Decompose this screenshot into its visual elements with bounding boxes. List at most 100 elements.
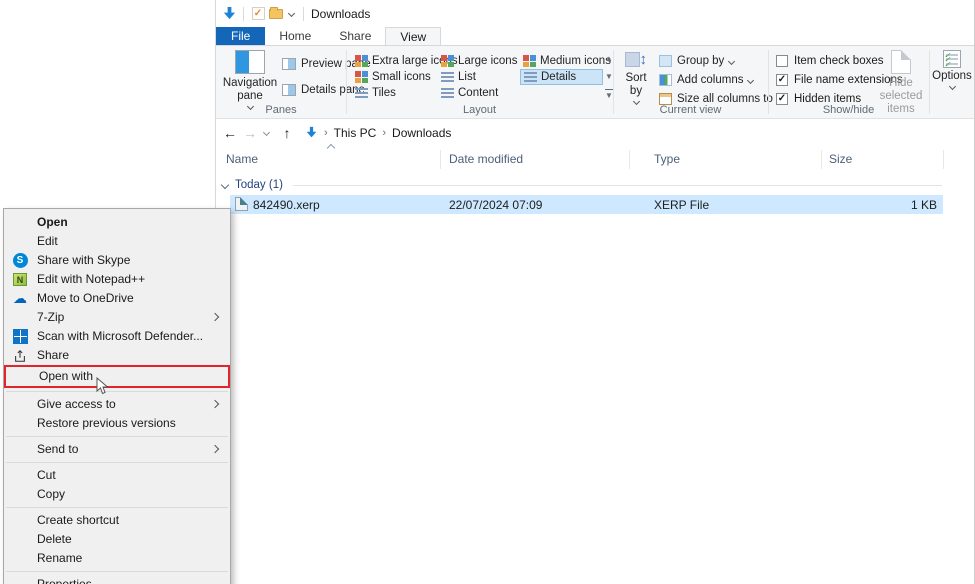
gallery-more-icon[interactable]: ▼ <box>605 89 613 101</box>
group-header-label: Today (1) <box>235 179 283 191</box>
submenu-arrow-icon <box>211 400 219 408</box>
scroll-down-icon[interactable]: ▼ <box>605 71 613 83</box>
view-details-selected[interactable]: Details <box>520 69 603 85</box>
view-list[interactable]: List <box>438 69 479 85</box>
properties-quick-access-icon[interactable]: ✓ <box>249 5 267 23</box>
view-label: Content <box>458 87 498 99</box>
forward-button[interactable]: → <box>240 125 260 141</box>
column-resize-handle[interactable] <box>821 150 822 169</box>
view-label: Large icons <box>458 55 517 67</box>
menu-item-send-to[interactable]: Send to <box>4 440 230 459</box>
window-title: Downloads <box>311 7 370 21</box>
menu-divider <box>6 391 228 392</box>
column-header-size[interactable]: Size <box>829 152 852 166</box>
menu-item-label: Scan with Microsoft Defender... <box>37 329 203 343</box>
menu-item-open[interactable]: Open <box>4 213 230 232</box>
menu-item-restore-previous-versions[interactable]: Restore previous versions <box>4 414 230 433</box>
column-header-name[interactable]: Name <box>226 152 258 166</box>
navigation-pane-icon <box>235 50 265 74</box>
layout-gallery-scroll[interactable]: ▲ ▼ ▼ <box>605 53 613 101</box>
group-header-rule <box>293 185 942 186</box>
view-large-icons[interactable]: Large icons <box>438 53 520 69</box>
content-icon <box>441 87 454 99</box>
column-resize-handle[interactable] <box>440 150 441 169</box>
tab-file[interactable]: File <box>216 27 265 45</box>
submenu-arrow-icon <box>211 445 219 453</box>
group-header-today[interactable]: Today (1) <box>216 177 956 193</box>
menu-item-open-with[interactable]: Open with <box>4 365 230 388</box>
view-medium-icons[interactable]: Medium icons <box>520 53 614 69</box>
sort-by-icon: ↕ <box>625 50 647 70</box>
tab-view[interactable]: View <box>385 27 441 45</box>
file-type: XERP File <box>654 198 709 212</box>
details-pane-icon <box>282 84 296 96</box>
menu-item-label: Share <box>37 348 69 362</box>
divider <box>303 7 304 21</box>
view-tiles[interactable]: Tiles <box>352 85 399 101</box>
menu-item-scan-with-microsoft-defender[interactable]: Scan with Microsoft Defender... <box>4 327 230 346</box>
column-resize-handle[interactable] <box>629 150 630 169</box>
divider <box>243 7 244 21</box>
title-bar: ✓ Downloads <box>216 0 974 27</box>
menu-item-give-access-to[interactable]: Give access to <box>4 395 230 414</box>
customize-quick-access-toolbar-icon[interactable] <box>288 10 295 17</box>
navigation-pane-button[interactable]: Navigation pane <box>220 50 280 109</box>
sort-ascending-icon <box>327 144 335 152</box>
menu-item-share-with-skype[interactable]: S Share with Skype <box>4 251 230 270</box>
group-by-button[interactable]: Group by <box>659 53 785 69</box>
microsoft-defender-icon <box>11 328 29 345</box>
menu-item-edit[interactable]: Edit <box>4 232 230 251</box>
breadcrumb-separator-icon: › <box>382 127 386 139</box>
menu-item-share[interactable]: Share <box>4 346 230 365</box>
menu-item-rename[interactable]: Rename <box>4 549 230 568</box>
desktop: ✓ Downloads File Home Share View Navigat… <box>0 0 975 584</box>
column-header-date-modified[interactable]: Date modified <box>449 152 523 166</box>
menu-item-edit-with-notepad-plus-plus[interactable]: N Edit with Notepad++ <box>4 270 230 289</box>
file-date-modified: 22/07/2024 07:09 <box>449 198 542 212</box>
column-header-type[interactable]: Type <box>654 152 680 166</box>
view-label: Details <box>541 71 576 83</box>
breadcrumb-downloads[interactable]: Downloads <box>392 126 451 140</box>
new-folder-quick-access-icon[interactable] <box>267 5 285 23</box>
menu-item-delete[interactable]: Delete <box>4 530 230 549</box>
view-label: Small icons <box>372 71 431 83</box>
group-by-label: Group by <box>677 55 724 67</box>
add-columns-button[interactable]: Add columns <box>659 72 785 88</box>
sort-by-button[interactable]: ↕ Sort by <box>619 50 653 104</box>
tab-share[interactable]: Share <box>325 27 385 45</box>
menu-item-copy[interactable]: Copy <box>4 485 230 504</box>
options-button[interactable]: Options <box>931 50 973 89</box>
menu-item-move-to-onedrive[interactable]: ☁ Move to OneDrive <box>4 289 230 308</box>
menu-item-7-zip[interactable]: 7-Zip <box>4 308 230 327</box>
downloads-icon <box>305 126 318 139</box>
submenu-arrow-icon <box>211 313 219 321</box>
column-resize-handle[interactable] <box>943 150 944 169</box>
checkbox-unchecked-icon <box>776 55 788 67</box>
breadcrumb[interactable]: › This PC › Downloads <box>305 126 451 140</box>
collapse-group-icon[interactable] <box>221 181 229 189</box>
column-header-row: Name Date modified Type Size <box>216 148 974 170</box>
view-small-icons[interactable]: Small icons <box>352 69 434 85</box>
menu-item-label: Open with <box>39 369 93 383</box>
breadcrumb-this-pc[interactable]: This PC <box>334 126 377 140</box>
skype-icon: S <box>11 252 29 269</box>
menu-item-properties[interactable]: Properties <box>4 575 230 584</box>
file-icon <box>235 197 248 211</box>
menu-item-cut[interactable]: Cut <box>4 466 230 485</box>
menu-item-create-shortcut[interactable]: Create shortcut <box>4 511 230 530</box>
tab-home[interactable]: Home <box>265 27 325 45</box>
address-bar: ← → ↑ › This PC › Downloads <box>216 120 974 145</box>
view-label: Medium icons <box>540 55 611 67</box>
group-label-show-hide: Show/hide <box>768 104 929 116</box>
ribbon-group-current-view: ↕ Sort by Group by Add columns <box>613 46 768 118</box>
back-button[interactable]: ← <box>220 125 240 141</box>
ribbon-group-show-hide: Item check boxes ✓ File name extensions … <box>768 46 929 118</box>
table-row-selected[interactable]: 842490.xerp 22/07/2024 07:09 XERP File 1… <box>230 195 943 214</box>
up-button[interactable]: ↑ <box>277 125 297 141</box>
file-size: 1 KB <box>829 198 937 212</box>
view-content[interactable]: Content <box>438 85 501 101</box>
scroll-up-icon[interactable]: ▲ <box>605 53 613 65</box>
recent-locations-icon[interactable] <box>263 129 270 136</box>
share-icon <box>11 347 29 364</box>
medium-icons-icon <box>523 55 536 67</box>
